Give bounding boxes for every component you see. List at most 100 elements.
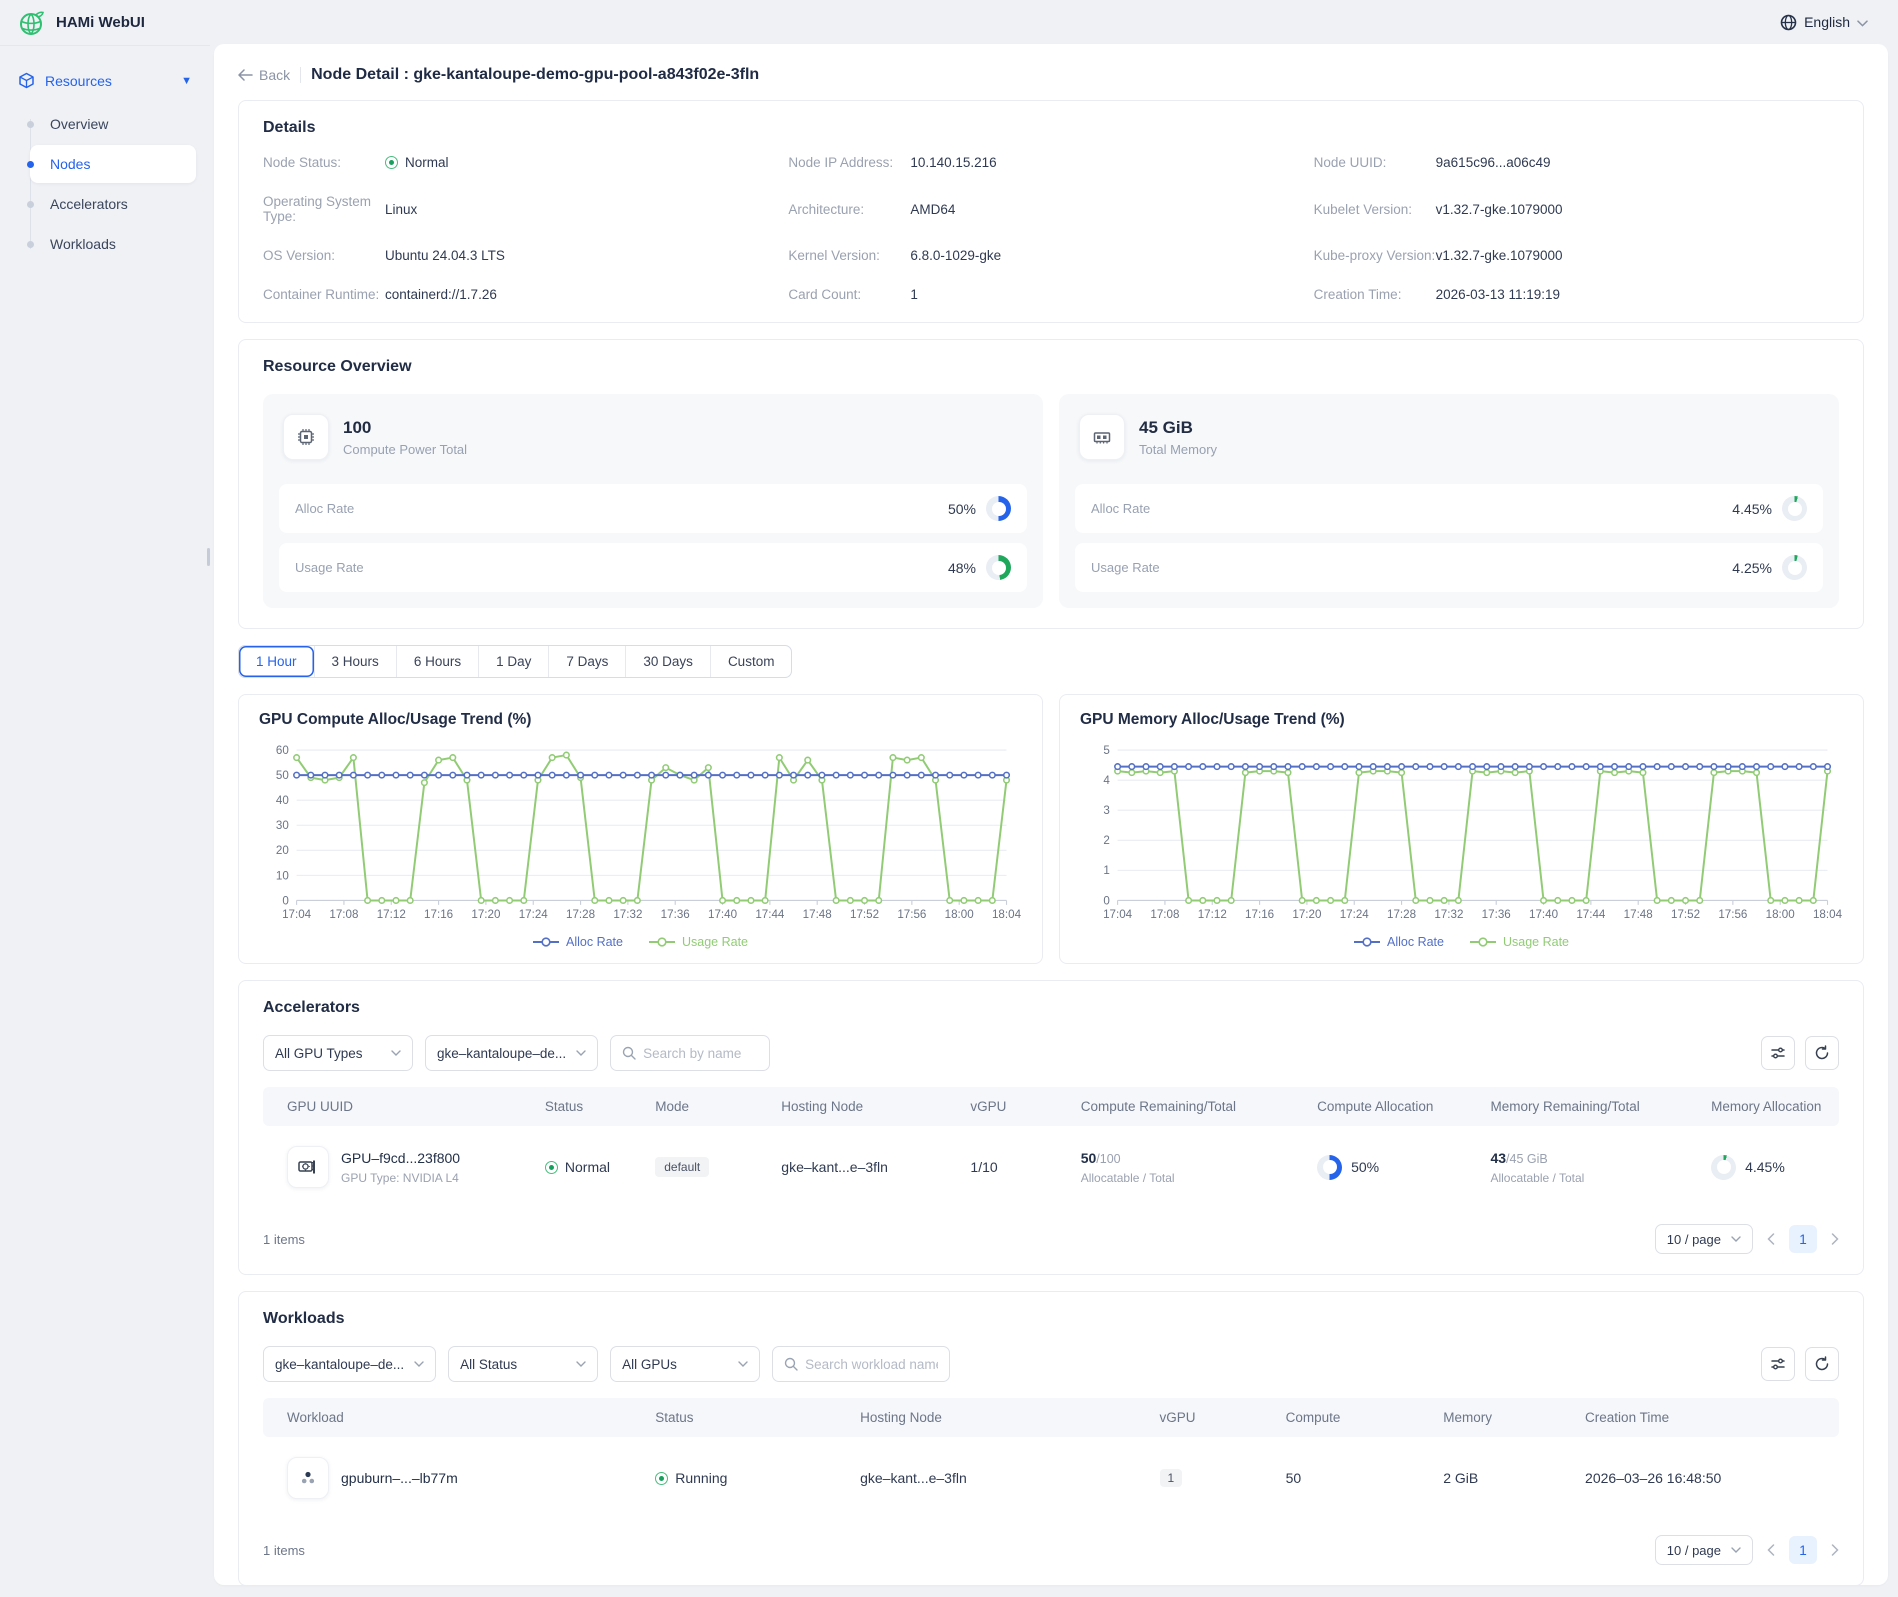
sidebar-resize-handle[interactable]	[207, 548, 210, 566]
column-settings-button[interactable]	[1761, 1347, 1795, 1381]
chart-legend: Alloc Rate Usage Rate	[1080, 935, 1843, 949]
svg-text:4: 4	[1103, 774, 1110, 787]
tab-1-hour[interactable]: 1 Hour	[239, 646, 314, 677]
sidebar-item-label: Nodes	[50, 156, 90, 172]
sidebar-item-label: Workloads	[50, 236, 116, 252]
field-node-ip: Node IP Address:10.140.15.216	[788, 155, 1313, 170]
svg-text:60: 60	[276, 744, 289, 757]
svg-text:17:12: 17:12	[1198, 908, 1227, 921]
svg-text:17:48: 17:48	[1624, 908, 1653, 921]
cube-icon	[18, 72, 35, 89]
tab-custom[interactable]: Custom	[710, 646, 792, 677]
arrow-left-icon	[238, 69, 253, 81]
next-page-button[interactable]	[1831, 1233, 1839, 1245]
app-root: HAMi WebUI Resources ▼ Overview Nodes Ac…	[0, 0, 1898, 1597]
memory-allocation-value: 4.45%	[1745, 1159, 1785, 1175]
search-input[interactable]	[805, 1357, 938, 1372]
refresh-button[interactable]	[1805, 1036, 1839, 1070]
progress-ring	[986, 555, 1011, 580]
sidebar-item-label: Accelerators	[50, 196, 128, 212]
sidebar-item-nodes[interactable]: Nodes	[30, 145, 196, 183]
sidebar-section-label: Resources	[45, 73, 112, 89]
divider	[300, 67, 301, 83]
svg-text:3: 3	[1103, 804, 1109, 817]
usage-rate-value: 4.25%	[1732, 560, 1772, 576]
svg-text:17:16: 17:16	[1245, 908, 1274, 921]
svg-text:17:48: 17:48	[803, 908, 832, 921]
svg-text:17:12: 17:12	[377, 908, 406, 921]
compute-alloc-rate-row: Alloc Rate 50%	[279, 484, 1027, 533]
page-size-select[interactable]: 10 / page	[1655, 1224, 1753, 1254]
table-header-row: GPU UUID Status Mode Hosting Node vGPU C…	[263, 1087, 1839, 1126]
page-number[interactable]: 1	[1789, 1225, 1817, 1253]
sidebar-item-accelerators[interactable]: Accelerators	[30, 185, 196, 223]
svg-text:17:04: 17:04	[282, 908, 312, 921]
tab-1-day[interactable]: 1 Day	[478, 646, 548, 677]
field-kernel-version: Kernel Version:6.8.0-1029-gke	[788, 248, 1313, 263]
legend-usage-rate[interactable]: Usage Rate	[1470, 935, 1569, 949]
memory-overview-card: 45 GiB Total Memory Alloc Rate 4.45% Usa…	[1059, 394, 1839, 608]
svg-text:17:52: 17:52	[1671, 908, 1700, 921]
time-range-tabs: 1 Hour 3 Hours 6 Hours 1 Day 7 Days 30 D…	[238, 645, 792, 678]
accelerators-footer: 1 items 10 / page 1	[263, 1224, 1839, 1254]
workload-search	[772, 1346, 950, 1382]
accelerators-card: Accelerators All GPU Types gke–kantaloup…	[238, 980, 1864, 1275]
progress-ring	[1711, 1155, 1736, 1180]
workload-node-select[interactable]: gke–kantaloupe–de...	[263, 1346, 436, 1382]
compute-total-label: Compute Power Total	[343, 442, 467, 457]
tab-30-days[interactable]: 30 Days	[625, 646, 710, 677]
tab-7-days[interactable]: 7 Days	[548, 646, 625, 677]
sidebar-item-workloads[interactable]: Workloads	[30, 225, 196, 263]
gpu-uuid-link[interactable]: GPU–f9cd...23f800	[341, 1150, 460, 1166]
workload-status-select[interactable]: All Status	[448, 1346, 598, 1382]
field-card-count: Card Count:1	[788, 287, 1313, 302]
accelerator-search	[610, 1035, 770, 1071]
globe-icon	[1780, 14, 1797, 31]
gpu-type-select[interactable]: All GPU Types	[263, 1035, 413, 1071]
memory-trend-chart-card: GPU Memory Alloc/Usage Trend (%) 0123451…	[1059, 694, 1864, 964]
pods-icon	[287, 1457, 329, 1499]
svg-text:0: 0	[282, 894, 288, 907]
sidebar-item-overview[interactable]: Overview	[30, 105, 196, 143]
svg-text:17:56: 17:56	[1718, 908, 1747, 921]
chevron-down-icon	[1731, 1236, 1741, 1242]
accelerators-filters: All GPU Types gke–kantaloupe–de...	[263, 1035, 1839, 1071]
memory-total-label: Total Memory	[1139, 442, 1217, 457]
hosting-node: gke–kant...e–3fln	[781, 1159, 888, 1175]
refresh-button[interactable]	[1805, 1347, 1839, 1381]
node-select[interactable]: gke–kantaloupe–de...	[425, 1035, 598, 1071]
workload-name-link[interactable]: gpuburn–...–lb77m	[341, 1470, 458, 1486]
progress-ring	[986, 496, 1011, 521]
field-kube-proxy-version: Kube-proxy Version:v1.32.7-gke.1079000	[1314, 248, 1839, 263]
svg-text:17:40: 17:40	[1529, 908, 1558, 921]
tab-3-hours[interactable]: 3 Hours	[314, 646, 396, 677]
page-size-select[interactable]: 10 / page	[1655, 1535, 1753, 1565]
svg-text:17:28: 17:28	[1387, 908, 1416, 921]
legend-usage-rate[interactable]: Usage Rate	[649, 935, 748, 949]
ram-icon	[1079, 414, 1125, 460]
field-node-status: Node Status: Normal	[263, 155, 788, 170]
search-input[interactable]	[643, 1046, 758, 1061]
column-settings-button[interactable]	[1761, 1036, 1795, 1070]
language-selector[interactable]: English	[1804, 14, 1850, 30]
back-button[interactable]: Back	[238, 67, 290, 83]
svg-text:0: 0	[1103, 894, 1109, 907]
status-normal-icon	[545, 1161, 558, 1174]
prev-page-button[interactable]	[1767, 1233, 1775, 1245]
tab-6-hours[interactable]: 6 Hours	[396, 646, 478, 677]
chart-title: GPU Memory Alloc/Usage Trend (%)	[1080, 711, 1843, 729]
prev-page-button[interactable]	[1767, 1544, 1775, 1556]
next-page-button[interactable]	[1831, 1544, 1839, 1556]
svg-text:18:04: 18:04	[1813, 908, 1843, 921]
sidebar-section-resources[interactable]: Resources ▼	[0, 62, 210, 99]
legend-alloc-rate[interactable]: Alloc Rate	[1354, 935, 1444, 949]
resource-overview-card: Resource Overview	[238, 339, 1864, 629]
legend-alloc-rate[interactable]: Alloc Rate	[533, 935, 623, 949]
memory-trend-chart: 01234517:0417:0817:1217:1617:2017:2417:2…	[1080, 739, 1843, 931]
workload-gpu-select[interactable]: All GPUs	[610, 1346, 760, 1382]
page-number[interactable]: 1	[1789, 1536, 1817, 1564]
svg-text:17:52: 17:52	[850, 908, 879, 921]
main-panel: Back Node Detail : gke-kantaloupe-demo-g…	[214, 44, 1888, 1585]
main-area: English Back Node Detail : gke-kantaloup…	[210, 0, 1898, 1597]
field-architecture: Architecture:AMD64	[788, 194, 1313, 224]
